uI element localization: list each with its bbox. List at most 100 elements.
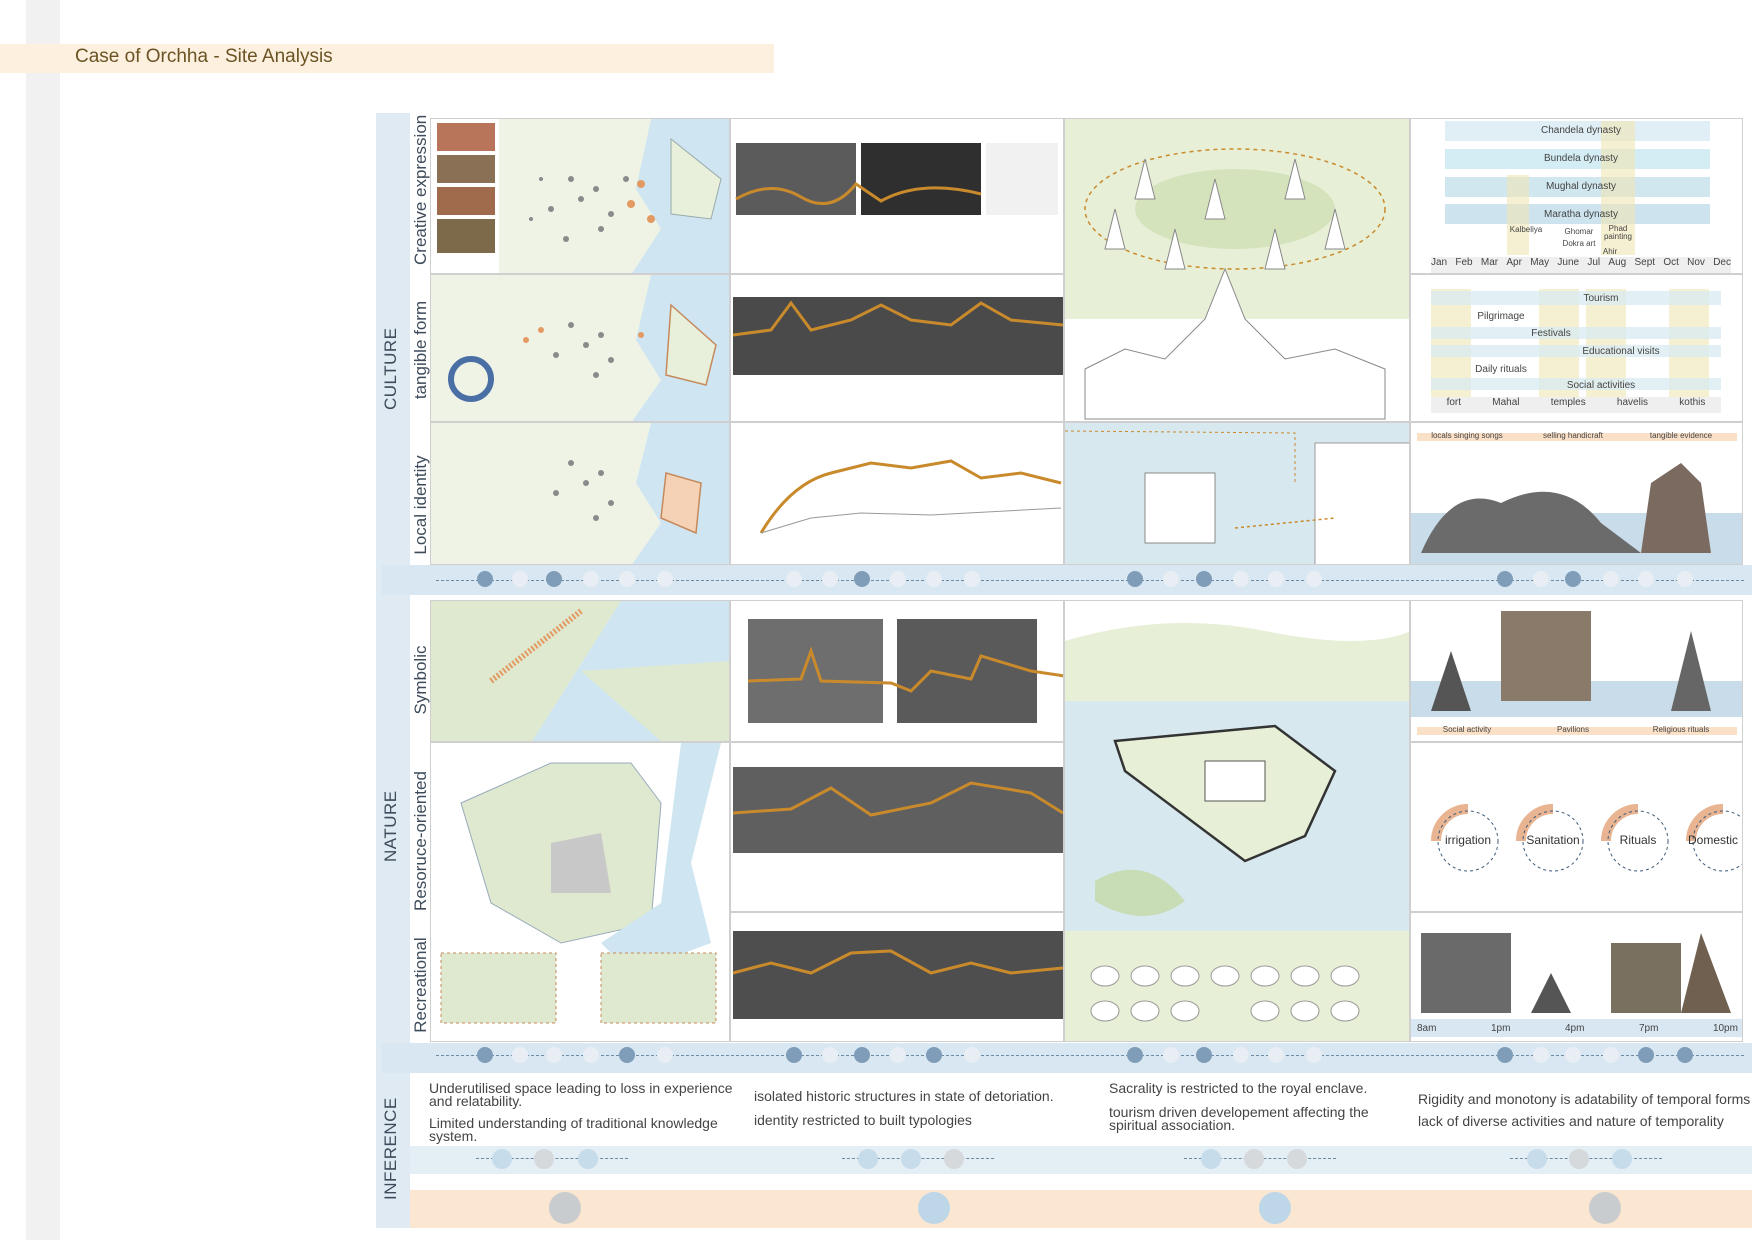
inference-1a: Underutilised space leading to loss in e… bbox=[429, 1080, 733, 1109]
culture-timeline-node bbox=[619, 571, 635, 587]
inference-node bbox=[534, 1149, 554, 1169]
nature-timeline-node bbox=[1677, 1047, 1693, 1063]
month-aug: Aug bbox=[1608, 257, 1627, 268]
inference-node bbox=[578, 1149, 598, 1169]
nature-timeline-node bbox=[1638, 1047, 1654, 1063]
culture-photos-tangible bbox=[730, 274, 1064, 422]
tangible-photo-strip bbox=[732, 297, 1063, 375]
place-temples: temples bbox=[1550, 397, 1586, 408]
time-8am: 8am bbox=[1417, 1022, 1437, 1034]
place-havelis: havelis bbox=[1616, 397, 1649, 408]
dynasty-timeline-chart: Chandela dynasty Bundela dynasty Mughal … bbox=[1410, 118, 1743, 274]
inference-node bbox=[1569, 1149, 1589, 1169]
symbolic-photo-strip bbox=[747, 619, 1063, 723]
nature-timeline-node bbox=[1233, 1047, 1249, 1063]
culture-timeline-node bbox=[477, 571, 493, 587]
left-margin-bar bbox=[26, 0, 60, 1240]
nature-timeline-node bbox=[822, 1047, 838, 1063]
row-label-creative-expression: Creative expression bbox=[411, 114, 430, 265]
row-label-recreational: Recreational bbox=[411, 937, 430, 1033]
activity-social: Social activities bbox=[1566, 380, 1636, 391]
nature-photos-resource bbox=[730, 742, 1064, 912]
nature-timeline-node bbox=[546, 1047, 562, 1063]
culture-timeline-node bbox=[1233, 571, 1249, 587]
culture-timeline-node bbox=[512, 571, 528, 587]
month-nov: Nov bbox=[1687, 257, 1705, 268]
nature-timeline-node bbox=[1533, 1047, 1549, 1063]
circle-sanitation: Sanitation bbox=[1526, 833, 1580, 847]
month-dec: Dec bbox=[1713, 257, 1731, 268]
place-axis: fort Mahal temples havelis kothis bbox=[1431, 397, 1721, 413]
culture-timeline-node bbox=[1603, 571, 1619, 587]
culture-timeline-node bbox=[546, 571, 562, 587]
resource-usage-rings bbox=[1431, 804, 1742, 872]
nature-timeline-node bbox=[1497, 1047, 1513, 1063]
nature-illustration-fort bbox=[1064, 600, 1410, 1042]
inference-node bbox=[492, 1149, 512, 1169]
symbolic-people-collage bbox=[1411, 611, 1742, 717]
culture-sketch-local bbox=[730, 422, 1064, 565]
inference-summary-node bbox=[1259, 1192, 1291, 1224]
nature-timeline-node bbox=[1268, 1047, 1284, 1063]
culture-map-creative bbox=[430, 118, 730, 274]
culture-timeline-node bbox=[1533, 571, 1549, 587]
inference-summary-node bbox=[918, 1192, 950, 1224]
creative-photo-strip bbox=[735, 143, 1058, 215]
inference-node bbox=[1612, 1149, 1632, 1169]
nature-timeline-node bbox=[1127, 1047, 1143, 1063]
fort-island-illustration bbox=[1065, 601, 1409, 1041]
nature-timeline-node bbox=[854, 1047, 870, 1063]
inference-summary-node bbox=[549, 1192, 581, 1224]
place-mahal: Mahal bbox=[1492, 397, 1520, 408]
settlement-map-tangible bbox=[448, 275, 729, 421]
nature-map-symbolic bbox=[430, 600, 730, 742]
symbolic-river-map bbox=[431, 601, 729, 741]
inference-band-blue bbox=[410, 1146, 1752, 1174]
nature-photos-recreational bbox=[730, 912, 1064, 1042]
culture-timeline-node bbox=[926, 571, 942, 587]
dynasty-maratha: Maratha dynasty bbox=[1544, 209, 1618, 220]
tag-social-activity: Social activity bbox=[1442, 725, 1492, 734]
recreational-photo-strip bbox=[732, 931, 1063, 1019]
tag-pavilions: Pavilions bbox=[1556, 725, 1589, 734]
culture-timeline-node bbox=[1306, 571, 1322, 587]
tag-selling-handicraft: selling handicraft bbox=[1542, 431, 1604, 440]
art-ghomar: Ghomar bbox=[1564, 227, 1594, 236]
culture-timeline-node bbox=[583, 571, 599, 587]
culture-photos-creative bbox=[730, 118, 1064, 274]
nature-timeline-node bbox=[512, 1047, 528, 1063]
tag-religious-rituals: Religious rituals bbox=[1652, 725, 1710, 734]
row-label-symbolic: Symbolic bbox=[411, 645, 430, 715]
resource-circles-panel: irrigation Sanitation Rituals Domestic bbox=[1410, 742, 1743, 912]
culture-timeline-node bbox=[964, 571, 980, 587]
circle-domestic: Domestic bbox=[1687, 833, 1738, 847]
nature-timeline-node bbox=[1196, 1047, 1212, 1063]
dynasty-bundela: Bundela dynasty bbox=[1544, 153, 1618, 164]
inference-3a: Sacrality is restricted to the royal enc… bbox=[1109, 1080, 1368, 1096]
culture-timeline-node bbox=[822, 571, 838, 587]
month-jan: Jan bbox=[1431, 257, 1448, 268]
nature-timeline-node bbox=[926, 1047, 942, 1063]
month-may: May bbox=[1530, 257, 1550, 268]
resource-photo-strip bbox=[732, 767, 1063, 853]
row-label-local-identity: Local identity bbox=[411, 455, 430, 555]
art-kalbeliya: Kalbeliya bbox=[1509, 225, 1543, 234]
time-axis: 8am 1pm 4pm 7pm 10pm bbox=[1411, 1019, 1742, 1037]
time-10pm: 10pm bbox=[1712, 1022, 1738, 1034]
nature-timeline-node bbox=[1306, 1047, 1322, 1063]
inference-1b: Limited understanding of traditional kno… bbox=[429, 1115, 718, 1144]
inference-node bbox=[944, 1149, 964, 1169]
ghat-plan-sketch bbox=[1065, 430, 1409, 564]
tag-locals-singing: locals singing songs bbox=[1431, 431, 1503, 440]
skyline-sketch bbox=[759, 459, 1062, 534]
month-jul: Jul bbox=[1587, 257, 1601, 268]
month-axis: Jan Feb Mar Apr May June Jul Aug Sept Oc… bbox=[1431, 257, 1731, 273]
time-1pm: 1pm bbox=[1490, 1022, 1511, 1034]
inference-2b: identity restricted to built typologies bbox=[754, 1112, 972, 1128]
culture-timeline-node bbox=[1196, 571, 1212, 587]
culture-timeline-node bbox=[1677, 571, 1693, 587]
nature-timeline-node bbox=[619, 1047, 635, 1063]
nature-map-resource bbox=[430, 742, 730, 1042]
inference-node bbox=[1244, 1149, 1264, 1169]
month-june: June bbox=[1557, 257, 1580, 268]
